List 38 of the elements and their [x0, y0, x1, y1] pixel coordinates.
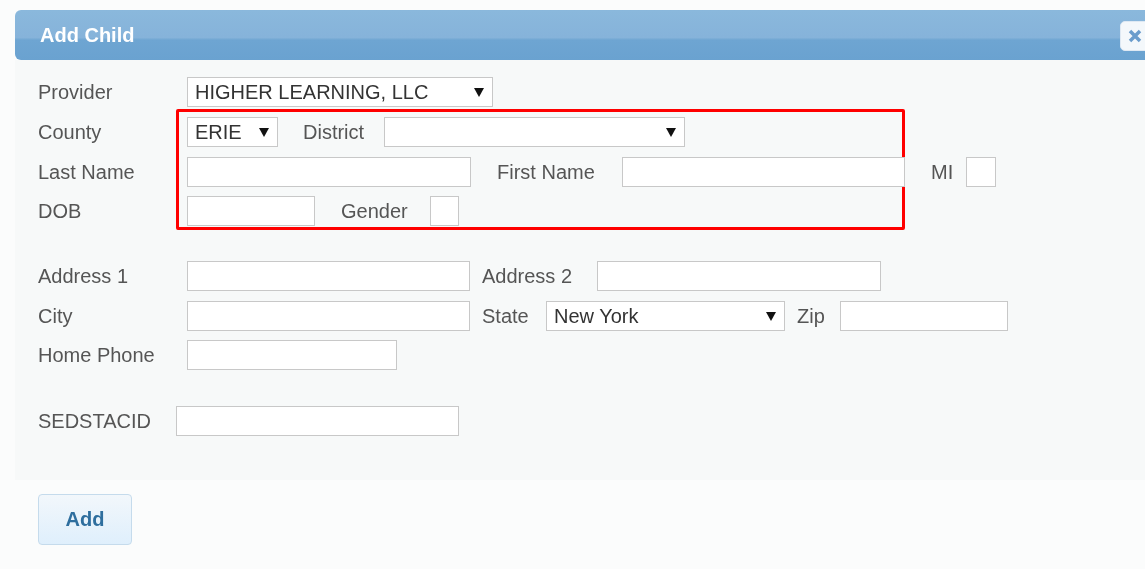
dropdown[interactable]: ERIE [187, 117, 278, 147]
input-field[interactable] [187, 196, 315, 226]
field-label: SEDSTACID [38, 409, 152, 433]
input-field[interactable] [187, 301, 470, 331]
dropdown[interactable]: HIGHER LEARNING, LLC [187, 77, 493, 107]
caret-icon [259, 127, 269, 137]
dropdown[interactable]: New York [546, 301, 785, 331]
input-field[interactable] [187, 261, 470, 291]
field-label: Address 2 [482, 264, 574, 288]
field-label: County [38, 120, 103, 144]
input-field[interactable] [597, 261, 881, 291]
field-label: State [482, 304, 530, 328]
field-label: First Name [497, 160, 596, 184]
input-field[interactable] [187, 340, 397, 370]
field-label: City [38, 304, 74, 328]
close-button[interactable] [1120, 21, 1145, 51]
field-label: DOB [38, 199, 83, 223]
caret-icon [766, 311, 776, 321]
field-label: Gender [341, 199, 409, 223]
input-field[interactable] [966, 157, 996, 187]
field-label: Provider [38, 80, 114, 104]
input-field[interactable] [187, 157, 471, 187]
dialog-title: Add Child [40, 23, 135, 47]
field-label: MI [931, 160, 955, 184]
field-label: Zip [797, 304, 826, 328]
field-label: Home Phone [38, 343, 156, 367]
input-field[interactable] [622, 157, 905, 187]
field-label: District [303, 120, 366, 144]
field-label: Address 1 [38, 264, 130, 288]
dropdown[interactable] [384, 117, 685, 147]
input-field[interactable] [430, 196, 459, 226]
input-field[interactable] [176, 406, 459, 436]
field-label: Last Name [38, 160, 136, 184]
close-icon [1128, 29, 1142, 43]
input-field[interactable] [840, 301, 1008, 331]
add-button[interactable]: Add [38, 494, 132, 545]
caret-icon [666, 127, 676, 137]
caret-icon [474, 87, 484, 97]
